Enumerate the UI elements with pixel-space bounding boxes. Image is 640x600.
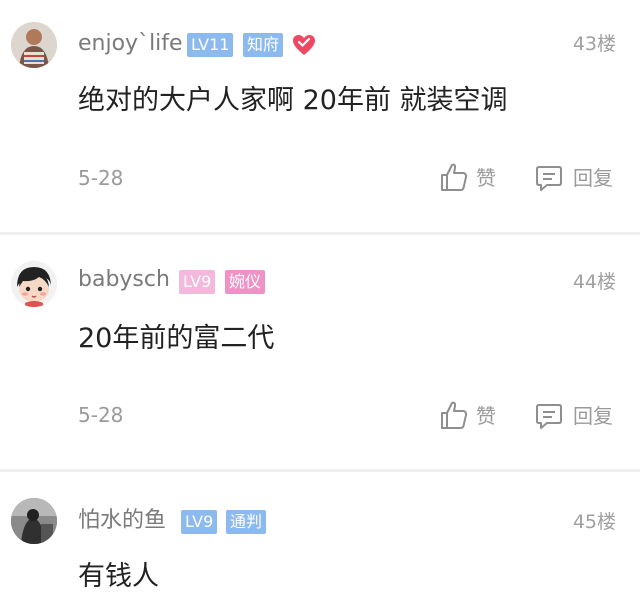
post-date: 5-28 bbox=[78, 166, 124, 190]
thumbs-up-icon bbox=[441, 401, 468, 429]
username[interactable]: 怕水的鱼 bbox=[78, 506, 166, 536]
comment-text: 有钱人 bbox=[78, 561, 159, 592]
floor-number: 44楼 bbox=[572, 271, 616, 293]
reply-label: 回复 bbox=[573, 404, 613, 428]
comment-icon bbox=[536, 404, 562, 429]
post-date: 5-28 bbox=[78, 403, 124, 427]
comment-text: 绝对的大户人家啊 20年前 就装空调 bbox=[78, 85, 508, 116]
title-badge: 婉仪 bbox=[225, 270, 266, 294]
title-badge: 知府 bbox=[243, 33, 284, 57]
avatar-image bbox=[11, 22, 57, 68]
reply-button[interactable]: 回复 bbox=[535, 402, 625, 432]
like-label: 赞 bbox=[476, 404, 496, 428]
avatar-image bbox=[11, 261, 57, 307]
reply-label: 回复 bbox=[573, 166, 613, 190]
avatar[interactable] bbox=[11, 22, 57, 68]
like-button[interactable]: 赞 bbox=[440, 401, 510, 432]
level-badge: LV9 bbox=[179, 270, 216, 294]
username[interactable]: enjoy`life bbox=[78, 29, 183, 59]
avatar[interactable] bbox=[11, 261, 57, 307]
comment-text: 20年前的富二代 bbox=[78, 323, 275, 354]
username[interactable]: babysch bbox=[78, 265, 170, 295]
like-button[interactable]: 赞 bbox=[440, 163, 510, 194]
thumbs-up-icon bbox=[441, 163, 468, 191]
reply-button[interactable]: 回复 bbox=[535, 164, 625, 194]
comment-post: enjoy`life LV11 知府 43楼 绝对的大户人家啊 20年前 就装空… bbox=[0, 0, 640, 232]
comment-post: 怕水的鱼 LV9 通判 45楼 有钱人 bbox=[0, 472, 640, 600]
like-label: 赞 bbox=[476, 166, 496, 190]
avatar-image bbox=[11, 498, 57, 544]
heart-icon bbox=[293, 35, 315, 55]
floor-number: 43楼 bbox=[572, 33, 616, 55]
comment-icon bbox=[536, 166, 562, 191]
comment-post: babysch LV9 婉仪 44楼 20年前的富二代 5-28 赞 回复 bbox=[0, 235, 640, 469]
floor-number: 45楼 bbox=[572, 511, 616, 533]
title-badge: 通判 bbox=[226, 510, 267, 534]
level-badge: LV9 bbox=[181, 510, 218, 534]
avatar[interactable] bbox=[11, 498, 57, 544]
level-badge: LV11 bbox=[187, 33, 234, 57]
